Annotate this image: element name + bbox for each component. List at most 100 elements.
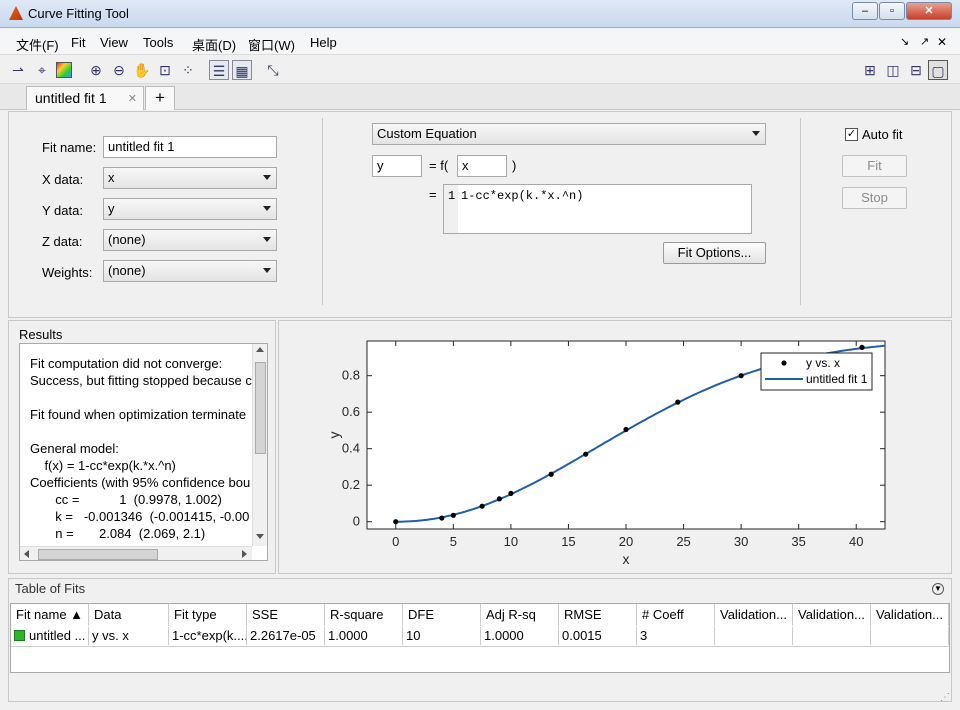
tab-close-icon[interactable]: ✕ (128, 92, 137, 105)
x-tick-label: 10 (504, 534, 518, 549)
toolbar: ⇀ ⌖ ⊕ ⊖ ✋ ⊡ ⁘ ☰ ▦ ⤡ ⊞ ◫ ⊟ ▢ (0, 56, 960, 84)
pan-icon[interactable]: ✋ (132, 60, 152, 80)
function-of-label: = f( (429, 158, 449, 173)
menu-view[interactable]: View (100, 35, 128, 50)
stop-button[interactable]: Stop (842, 187, 907, 209)
resize-grip-icon[interactable]: ⋰ (940, 692, 950, 703)
data-point (859, 344, 865, 350)
layout-columns-icon[interactable]: ◫ (883, 60, 903, 80)
table-cell-text: 1-cc*exp(k.... (172, 628, 247, 643)
legend-icon[interactable]: ☰ (209, 60, 229, 80)
column-header[interactable]: Fit type (169, 604, 247, 626)
x-tick-label: 35 (791, 534, 805, 549)
results-text: Fit computation did not converge: Success… (30, 355, 252, 542)
axes-limits-icon[interactable]: ⤡ (263, 60, 283, 80)
x-tick-label: 0 (392, 534, 399, 549)
menu-fit[interactable]: Fit (71, 35, 85, 50)
scroll-up-icon[interactable] (256, 347, 264, 352)
colormap-icon[interactable] (56, 62, 72, 78)
column-header[interactable]: Fit name ▲ (11, 604, 89, 626)
column-header[interactable]: Data (89, 604, 169, 626)
menu-desktop[interactable]: 桌面(D) (192, 35, 236, 54)
vertical-scrollbar[interactable] (252, 344, 267, 546)
new-fit-tab-button[interactable]: + (145, 86, 175, 110)
column-header[interactable]: RMSE (559, 604, 637, 626)
xdata-select[interactable]: x (103, 167, 277, 189)
fit-type-select[interactable]: Custom Equation (372, 123, 766, 145)
menu-window[interactable]: 窗口(W) (248, 35, 295, 54)
fit-plot[interactable]: 0 5 10 15 20 25 30 35 40 0 0.2 0.4 0.6 0.8 x y y vs. x un… (278, 320, 952, 574)
menu-file[interactable]: 文件(F) (16, 35, 59, 54)
exclude-outliers-icon[interactable]: ⁘ (178, 60, 198, 80)
data-point (583, 451, 589, 457)
matlab-logo-icon (9, 6, 23, 20)
collapse-icon[interactable]: ▼ (932, 583, 944, 595)
undock-icon[interactable]: ↘ (900, 35, 909, 48)
maximize-button[interactable]: ▫ (879, 2, 905, 20)
weights-value: (none) (108, 263, 146, 278)
grid-icon[interactable]: ▦ (232, 60, 252, 80)
auto-fit-checkbox[interactable]: ✓ (845, 128, 858, 141)
dependent-var-input[interactable]: y (372, 155, 422, 177)
close-panel-icon[interactable]: ✕ (937, 35, 947, 49)
dock-icon[interactable]: ↗ (920, 35, 929, 48)
column-header[interactable]: R-square (325, 604, 403, 626)
table-cell: 1.0000 (481, 627, 559, 645)
table-cell: 3 (637, 627, 715, 645)
data-point (738, 373, 744, 379)
weights-select[interactable]: (none) (103, 260, 277, 282)
x-tick-label: 40 (849, 534, 863, 549)
column-header[interactable]: Adj R-sq (481, 604, 559, 626)
fit-name-input[interactable]: untitled fit 1 (103, 136, 277, 158)
layout-single-icon[interactable]: ▢ (928, 60, 948, 80)
zdata-select[interactable]: (none) (103, 229, 277, 251)
column-header[interactable]: SSE (247, 604, 325, 626)
layout-grid-icon[interactable]: ⊞ (860, 60, 880, 80)
column-header[interactable]: DFE (403, 604, 481, 626)
data-point (548, 471, 554, 477)
results-box[interactable]: Fit computation did not converge: Success… (19, 343, 268, 561)
scroll-thumb[interactable] (255, 362, 266, 454)
zoom-out-icon[interactable]: ⊖ (109, 60, 129, 80)
column-header[interactable]: Validation... (793, 604, 871, 626)
data-point (450, 512, 456, 518)
column-header[interactable]: Validation... (715, 604, 793, 626)
menu-tools[interactable]: Tools (143, 35, 173, 50)
independent-var-input[interactable]: x (457, 155, 507, 177)
horizontal-scrollbar[interactable] (20, 546, 252, 560)
print-icon[interactable]: ⇀ (8, 60, 28, 80)
data-point (623, 426, 629, 433)
chevron-down-icon (263, 175, 271, 180)
data-cursor-icon[interactable]: ⌖ (32, 60, 52, 80)
equals-label: = (429, 187, 437, 202)
fit-options-button[interactable]: Fit Options... (663, 242, 766, 264)
table-cell (871, 627, 949, 645)
table-cell-text: 0.0015 (562, 628, 602, 643)
fit-button[interactable]: Fit (842, 155, 907, 177)
chevron-down-icon (752, 131, 760, 136)
menu-help[interactable]: Help (310, 35, 337, 50)
table-row[interactable]: untitled ... y vs. x 1-cc*exp(k.... 2.2617e… (11, 627, 949, 647)
table-cell: 1.0000 (325, 627, 403, 645)
table-cell-text: 1.0000 (484, 628, 524, 643)
tab-untitled-fit-1[interactable]: untitled fit 1 ✕ (26, 86, 144, 110)
equation-editor[interactable]: 1 1-cc*exp(k.*x.^n) (443, 184, 752, 234)
column-header[interactable]: # Coeff (637, 604, 715, 626)
ydata-select[interactable]: y (103, 198, 277, 220)
table-cell-text: 1.0000 (328, 628, 368, 643)
table-cell-text: y vs. x (92, 628, 129, 643)
data-point (479, 503, 485, 509)
zoom-in-icon[interactable]: ⊕ (86, 60, 106, 80)
scroll-right-icon[interactable] (242, 550, 247, 558)
data-tips-icon[interactable]: ⊡ (155, 60, 175, 80)
scroll-down-icon[interactable] (256, 534, 264, 539)
scroll-left-icon[interactable] (24, 550, 29, 558)
xdata-label: X data: (42, 172, 84, 187)
scroll-thumb-horizontal[interactable] (38, 549, 158, 560)
data-point (496, 496, 502, 502)
column-header[interactable]: Validation... (871, 604, 949, 626)
results-title: Results (19, 327, 63, 342)
layout-rows-icon[interactable]: ⊟ (906, 60, 926, 80)
minimize-button[interactable]: – (852, 2, 878, 20)
close-button[interactable]: ✕ (906, 2, 952, 20)
